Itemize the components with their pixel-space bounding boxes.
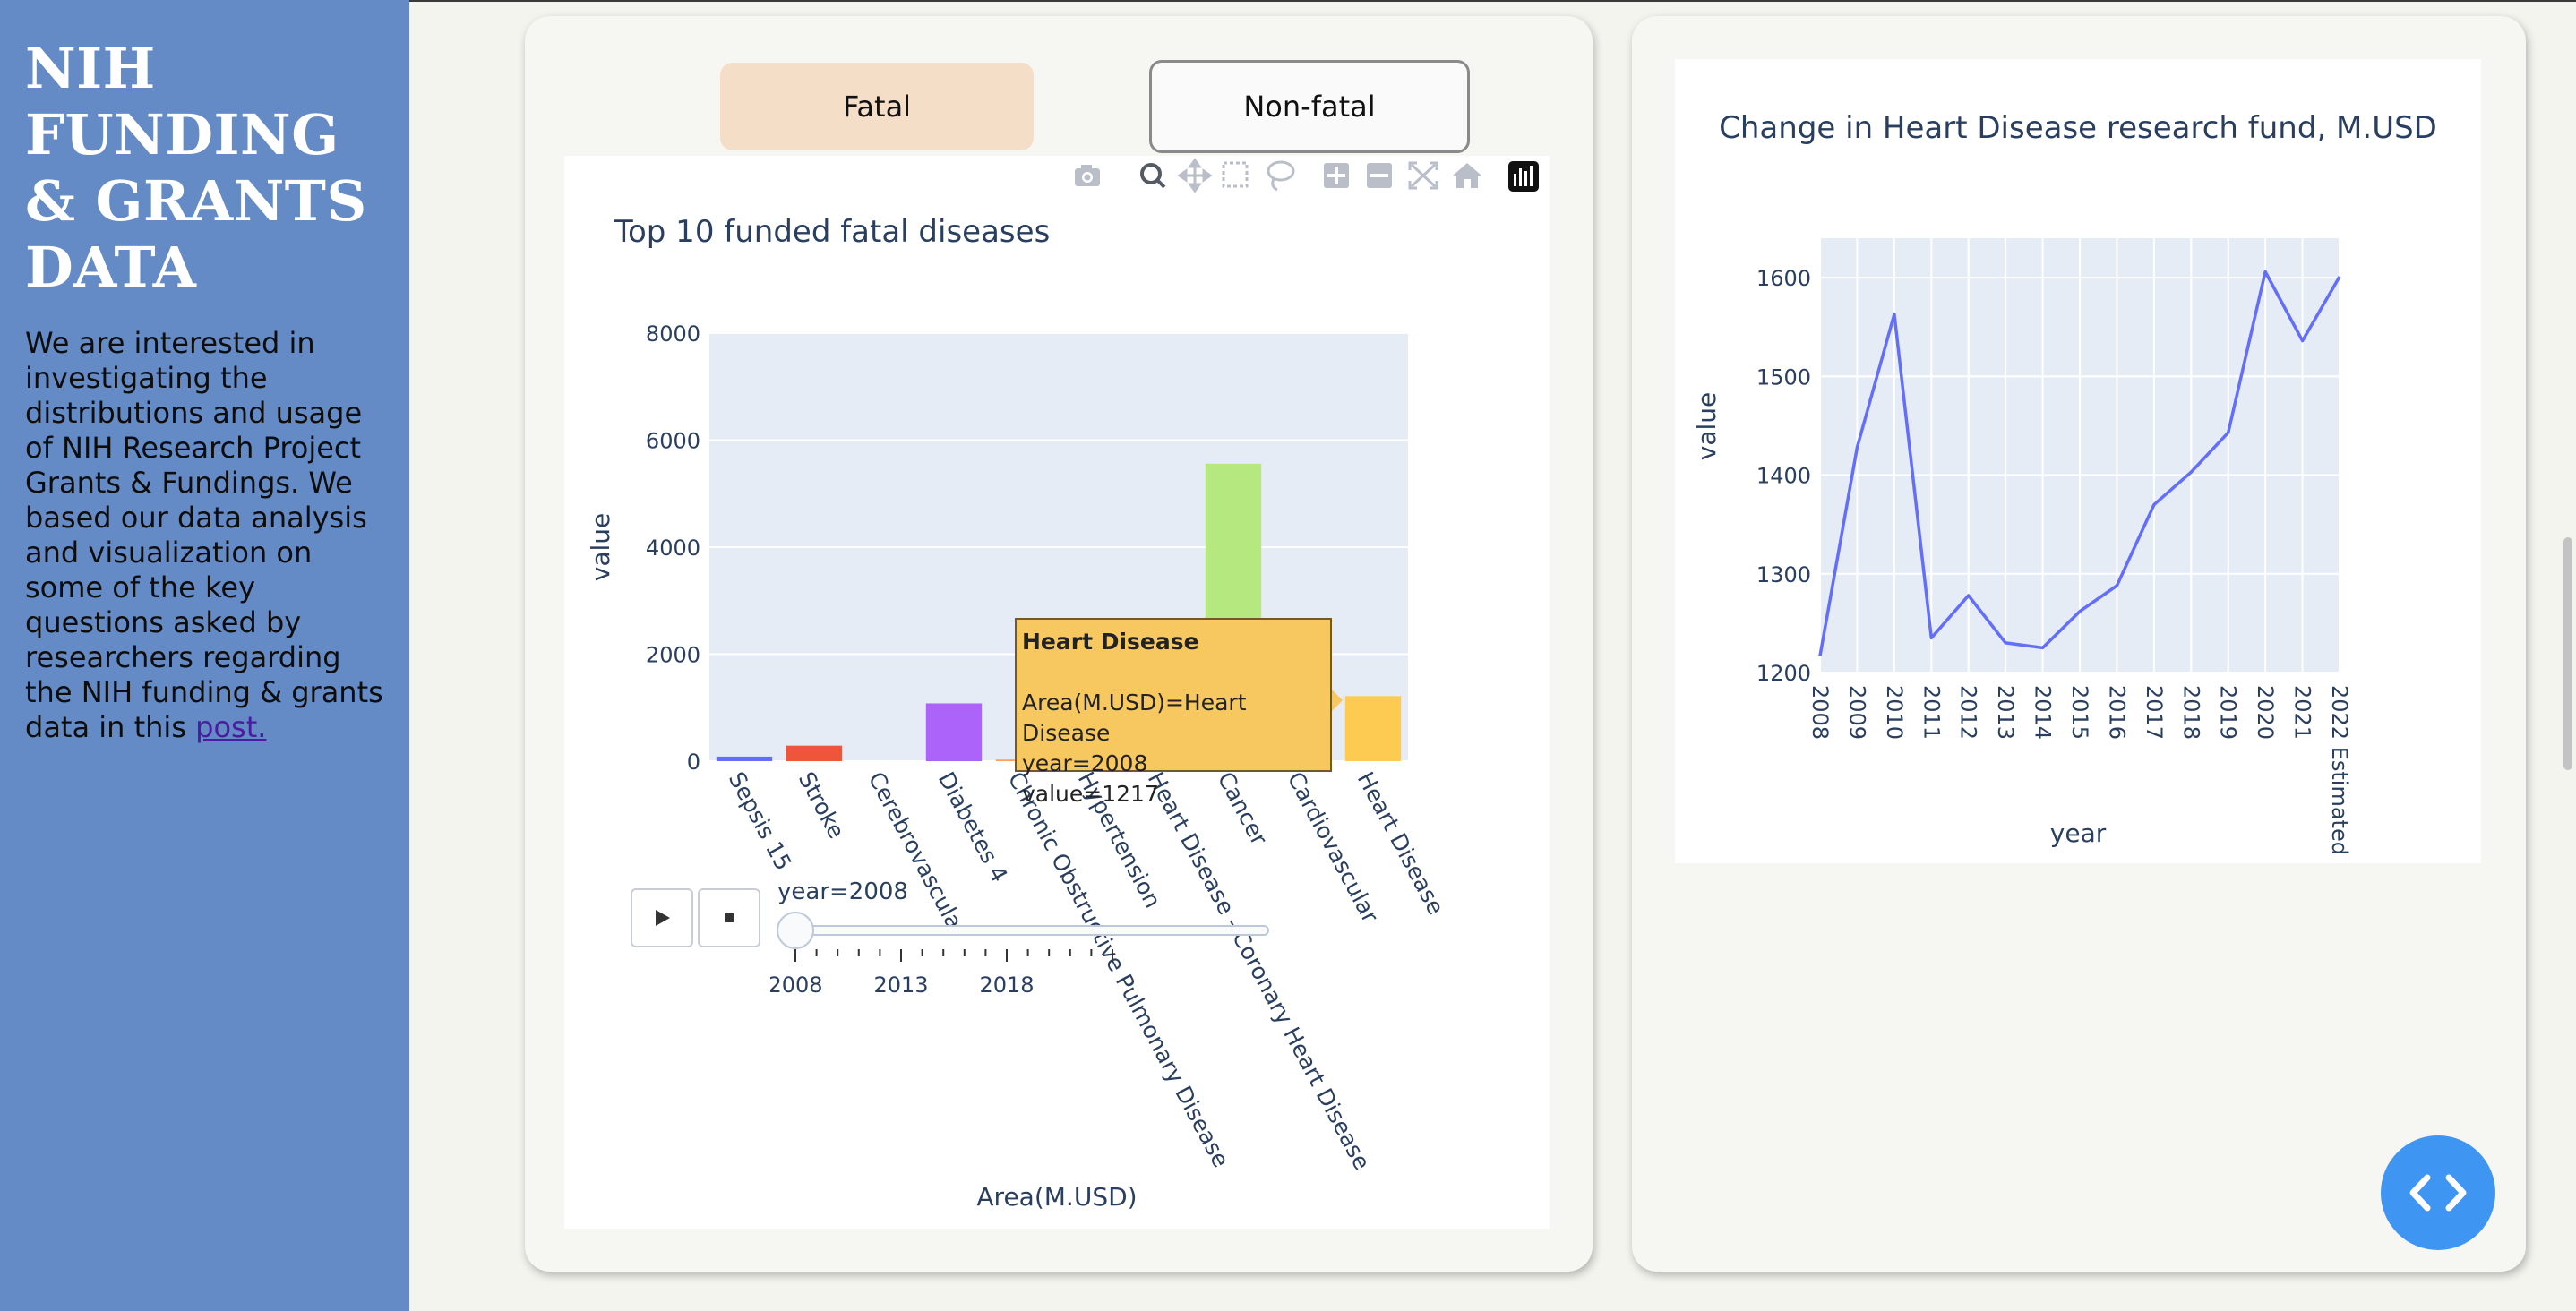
slider-tick-label: 2018 [979, 973, 1034, 998]
line-xtick-label: 2010 [1882, 685, 1907, 740]
line-xtick-label: 2020 [2253, 685, 2278, 740]
bar-0[interactable] [716, 756, 773, 761]
line-xtick-label: 2009 [1844, 685, 1869, 740]
line-xtick-label: 2021 [2290, 685, 2315, 740]
bar-ytick-label: 8000 [646, 321, 700, 347]
line-xtick-label: 2014 [2031, 685, 2056, 740]
line-xtick-label: 2008 [1807, 685, 1833, 740]
tooltip-line-area: Area(M.USD)=Heart Disease [1022, 690, 1247, 746]
intro-paragraph: We are interested in investigating the d… [25, 326, 384, 745]
bar-xtick-label: Diabetes 4 [933, 767, 1013, 887]
tooltip-line-value: value=1217 [1022, 781, 1159, 807]
slider-tick-label: 2008 [770, 973, 823, 998]
tab-non-fatal[interactable]: Non-fatal [1149, 60, 1470, 153]
bar-chart-title: Top 10 funded fatal diseases [614, 214, 1050, 250]
page-scrollbar[interactable] [2563, 537, 2572, 770]
stop-button[interactable] [698, 888, 760, 947]
bar-chart-ylabel: value [586, 513, 615, 581]
line-xtick-label: 2017 [2142, 685, 2167, 740]
sidebar: NIH FUNDING & GRANTS DATA We are interes… [0, 0, 409, 1311]
line-xtick-label: 2018 [2178, 685, 2203, 740]
line-xtick-label: 2012 [1956, 685, 1981, 740]
year-slider[interactable]: year=2008 2008 2013 2018 [770, 874, 1397, 1017]
line-ytick-label: 1500 [1756, 364, 1811, 390]
line-xtick-label: 2016 [2104, 685, 2129, 740]
bar-ytick-label: 6000 [646, 429, 700, 454]
bar-xtick-label: Stroke [794, 767, 850, 843]
line-chart-ylabel: value [1692, 392, 1722, 460]
line-xtick-label: 2011 [1919, 685, 1944, 740]
line-chart-title: Change in Heart Disease research fund, M… [1719, 110, 2437, 146]
bar-ytick-label: 4000 [646, 536, 700, 561]
line-xtick-label: 2013 [1993, 685, 2018, 740]
post-link[interactable]: post. [195, 710, 266, 744]
bar-ytick-label: 2000 [646, 643, 700, 668]
hover-tooltip: Heart Disease Area(M.USD)=Heart Disease … [1015, 618, 1343, 807]
slider-rail [778, 925, 1269, 936]
play-button[interactable] [631, 888, 693, 947]
tooltip-title: Heart Disease [1022, 629, 1199, 655]
bar-3[interactable] [925, 703, 983, 761]
line-ytick-label: 1600 [1756, 266, 1811, 291]
intro-text: We are interested in investigating the d… [25, 326, 383, 744]
line-ytick-label: 1400 [1756, 464, 1811, 489]
bar-ytick-label: 0 [687, 750, 700, 775]
slider-handle[interactable] [777, 912, 814, 949]
tab-fatal[interactable]: Fatal [720, 63, 1034, 150]
site-title: NIH FUNDING & GRANTS DATA [25, 36, 367, 300]
slider-current-label: year=2008 [777, 878, 908, 905]
slider-tick-label: 2013 [873, 973, 928, 998]
line-xtick-label: 2022 Estimated [2327, 685, 2352, 855]
bar-xtick-label: Sepsis 15 [724, 767, 797, 874]
bar-chart-xlabel: Area(M.USD) [976, 1182, 1137, 1212]
line-ytick-label: 1300 [1756, 562, 1811, 587]
stop-icon [725, 913, 734, 922]
code-icon [2409, 1174, 2467, 1212]
line-chart: Change in Heart Disease research fund, M… [1692, 110, 2437, 855]
bar-9[interactable] [1344, 696, 1402, 761]
code-toggle-button[interactable] [2381, 1135, 2495, 1250]
line-xtick-label: 2019 [2216, 685, 2241, 740]
line-ytick-label: 1200 [1756, 661, 1811, 686]
tooltip-line-year: year=2008 [1022, 750, 1148, 776]
line-chart-xlabel: year [2050, 818, 2107, 848]
line-xtick-label: 2015 [2067, 685, 2092, 740]
bar-1[interactable] [786, 745, 843, 761]
play-icon [656, 910, 670, 926]
